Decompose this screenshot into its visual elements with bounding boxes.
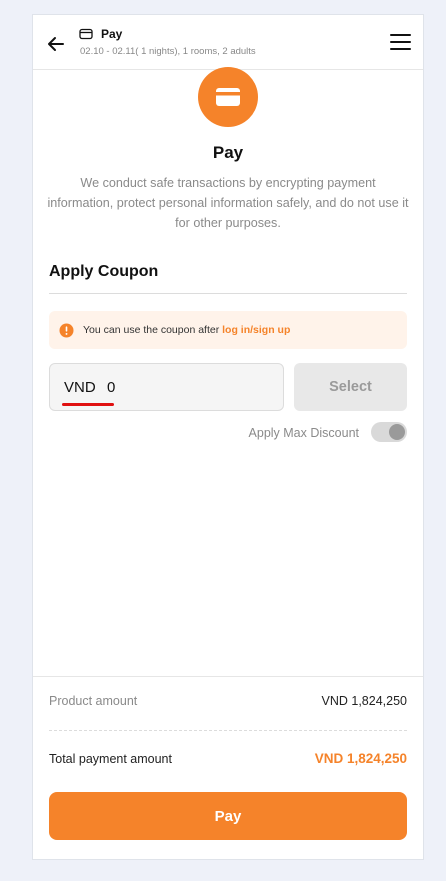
toggle-knob — [389, 424, 405, 440]
booking-summary: 02.10 - 02.11( 1 nights), 1 rooms, 2 adu… — [80, 46, 256, 57]
summary-divider — [33, 676, 423, 677]
product-amount-value: VND 1,824,250 — [321, 694, 407, 708]
annotation-underline — [62, 403, 114, 406]
header-bar: Pay 02.10 - 02.11( 1 nights), 1 rooms, 2… — [33, 15, 423, 70]
back-button[interactable] — [45, 33, 67, 55]
payment-badge — [198, 67, 258, 127]
payment-screen: Pay 02.10 - 02.11( 1 nights), 1 rooms, 2… — [32, 14, 424, 860]
menu-button[interactable] — [390, 33, 411, 51]
hamburger-icon — [390, 34, 411, 50]
dashed-divider — [49, 730, 407, 731]
max-discount-label: Apply Max Discount — [248, 426, 359, 440]
notice-text: You can use the coupon after — [83, 324, 223, 336]
pay-button[interactable]: Pay — [49, 792, 407, 840]
coupon-section-title: Apply Coupon — [49, 263, 159, 280]
login-notice: You can use the coupon after log in/sign… — [49, 311, 407, 349]
total-amount-label: Total payment amount — [49, 752, 172, 766]
select-coupon-button[interactable]: Select — [294, 363, 407, 411]
credit-card-icon — [216, 88, 240, 106]
max-discount-toggle[interactable] — [371, 422, 407, 442]
coupon-amount-field[interactable]: VND 0 — [49, 363, 284, 411]
product-amount-label: Product amount — [49, 694, 138, 708]
page-title: Pay — [212, 143, 244, 162]
coupon-amount-value: 0 — [107, 379, 116, 396]
notice-message: You can use the coupon after log in/sign… — [83, 324, 290, 336]
security-description: We conduct safe transactions by encrypti… — [47, 176, 409, 230]
section-divider — [49, 293, 407, 294]
header-title: Pay — [101, 27, 123, 41]
currency-label: VND — [64, 379, 96, 396]
warning-icon — [59, 323, 74, 338]
arrow-left-icon — [48, 37, 64, 51]
card-icon — [79, 28, 93, 40]
total-amount-value: VND 1,824,250 — [314, 751, 407, 766]
login-signup-link[interactable]: log in/sign up — [222, 324, 290, 336]
